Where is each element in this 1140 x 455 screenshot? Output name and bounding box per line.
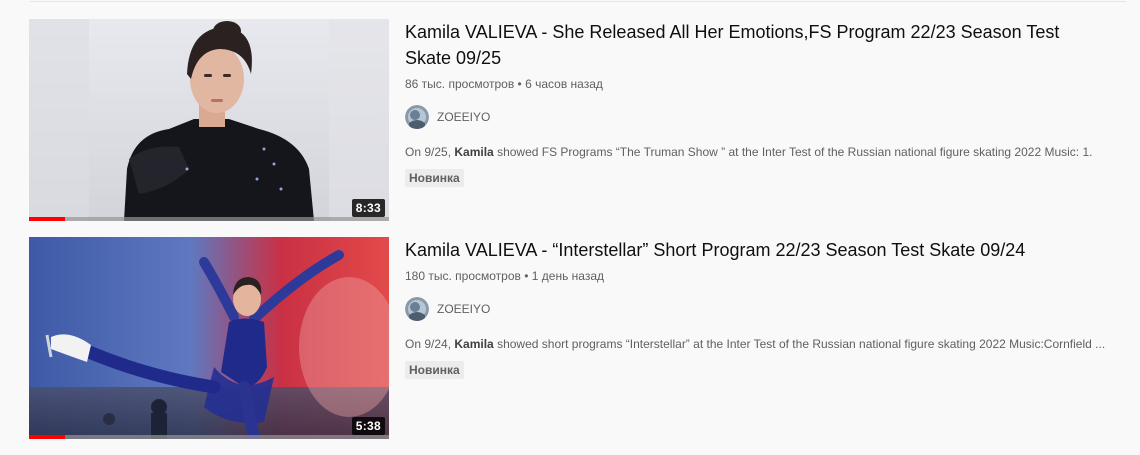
video-duration-1: 8:33	[351, 199, 385, 217]
video-title-2[interactable]: Kamila VALIEVA - “Interstellar” Short Pr…	[405, 237, 1115, 263]
channel-link-2[interactable]: ZOEEIYO	[405, 297, 1115, 321]
desc-suffix: showed short programs “Interstellar” at …	[493, 337, 1106, 351]
desc-highlight: Kamila	[454, 337, 494, 351]
watch-progress-fill-1	[29, 217, 65, 221]
search-results-list: 8:33 Kamila VALIEVA - She Released All H…	[29, 19, 1129, 455]
view-count: 180 тыс. просмотров	[405, 269, 521, 283]
channel-avatar-icon[interactable]	[405, 297, 429, 321]
desc-prefix: On 9/25,	[405, 145, 455, 159]
video-title-1-line2: Skate 09/25	[405, 48, 502, 68]
upload-age: 6 часов назад	[525, 77, 603, 91]
watch-progress-fill-2	[29, 435, 65, 439]
video-result-2[interactable]: 5:38 Kamila VALIEVA - “Interstellar” Sho…	[29, 237, 1129, 439]
desc-suffix: showed FS Programs “The Truman Show ” at…	[493, 145, 1093, 159]
new-badge-2: Новинка	[405, 361, 464, 379]
video-duration-2: 5:38	[351, 417, 385, 435]
thumbnail-image-2	[29, 237, 389, 439]
watch-progress-bar-2	[29, 435, 389, 439]
channel-name-1[interactable]: ZOEEIYO	[437, 110, 490, 124]
video-meta-1: Kamila VALIEVA - She Released All Her Em…	[405, 19, 1115, 219]
video-stats-2: 180 тыс. просмотров • 1 день назад	[405, 267, 1115, 285]
video-title-2-line1: Kamila VALIEVA - “Interstellar” Short Pr…	[405, 240, 1026, 260]
video-thumbnail-1[interactable]: 8:33	[29, 19, 389, 221]
channel-name-2[interactable]: ZOEEIYO	[437, 302, 490, 316]
video-title-1-line1: Kamila VALIEVA - She Released All Her Em…	[405, 22, 1060, 42]
desc-highlight: Kamila	[454, 145, 494, 159]
video-thumbnail-2[interactable]: 5:38	[29, 237, 389, 439]
thumbnail-image-1	[29, 19, 389, 221]
channel-avatar-icon[interactable]	[405, 105, 429, 129]
watch-progress-bar-1	[29, 217, 389, 221]
video-result-1[interactable]: 8:33 Kamila VALIEVA - She Released All H…	[29, 19, 1129, 221]
video-title-1[interactable]: Kamila VALIEVA - She Released All Her Em…	[405, 19, 1115, 71]
desc-prefix: On 9/24,	[405, 337, 455, 351]
video-description-2: On 9/24, Kamila showed short programs “I…	[405, 335, 1115, 353]
upload-age: 1 день назад	[531, 269, 605, 283]
video-stats-1: 86 тыс. просмотров • 6 часов назад	[405, 75, 1115, 93]
view-count: 86 тыс. просмотров	[405, 77, 515, 91]
channel-link-1[interactable]: ZOEEIYO	[405, 105, 1115, 129]
top-divider	[30, 1, 1126, 2]
video-description-1: On 9/25, Kamila showed FS Programs “The …	[405, 143, 1115, 161]
new-badge-1: Новинка	[405, 169, 464, 187]
video-meta-2: Kamila VALIEVA - “Interstellar” Short Pr…	[405, 237, 1115, 437]
stats-separator: •	[524, 269, 529, 283]
stats-separator: •	[517, 77, 522, 91]
